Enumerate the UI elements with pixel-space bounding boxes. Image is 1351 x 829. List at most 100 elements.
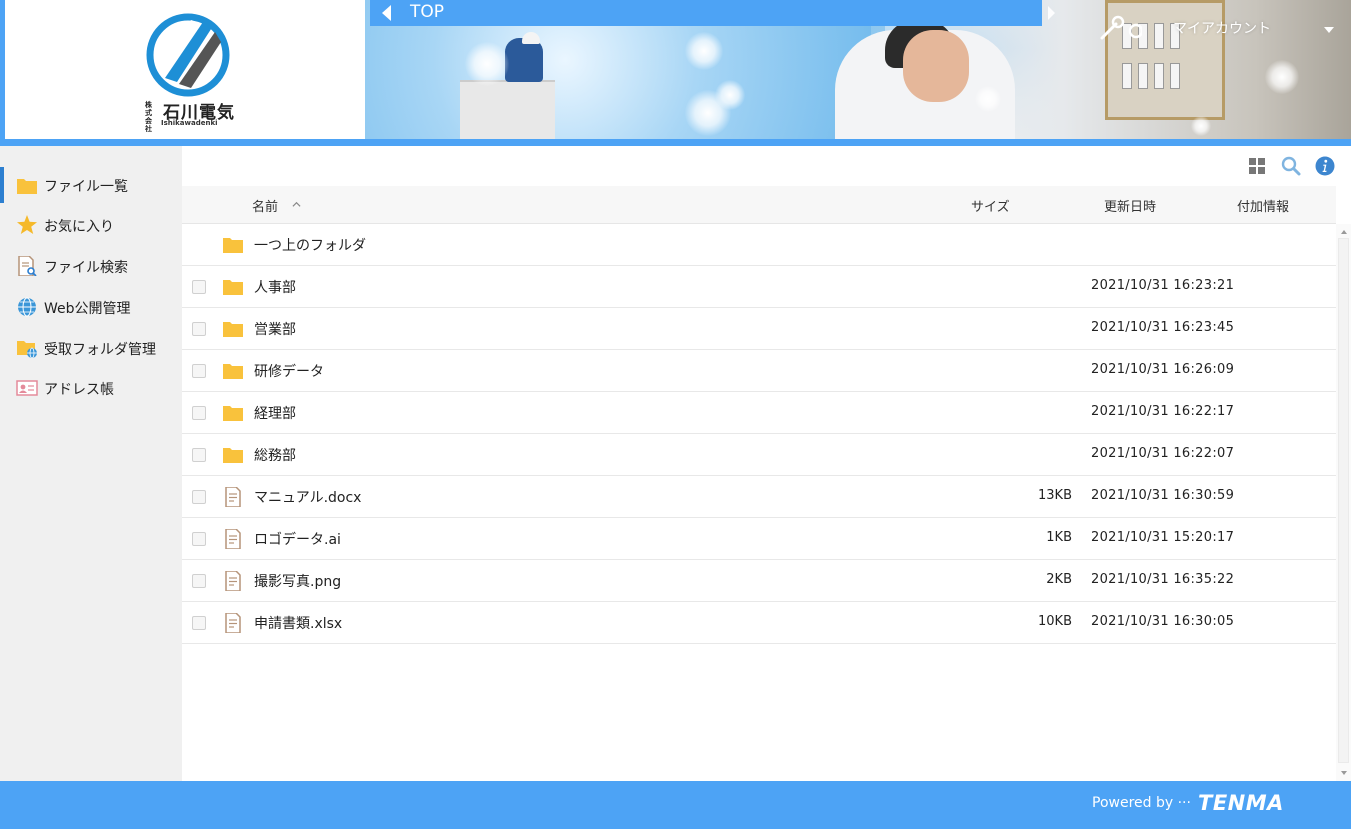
sidebar: ファイル一覧 お気に入り ファイル検索 Web公開管理 受取フォルダ管理 アドレ… — [0, 146, 182, 781]
document-icon — [225, 487, 241, 507]
table-row[interactable]: 研修データ 2021/10/31 16:26:09 — [182, 350, 1336, 392]
row-checkbox[interactable] — [192, 322, 206, 336]
file-name[interactable]: 人事部 — [254, 277, 296, 297]
toolbar — [182, 146, 1351, 186]
file-updated-date: 2021/10/31 16:23:21 — [1091, 278, 1235, 293]
account-icon — [1100, 15, 1142, 40]
file-size: 1KB — [1046, 530, 1072, 545]
row-checkbox[interactable] — [192, 448, 206, 462]
file-name[interactable]: 一つ上のフォルダ — [254, 235, 366, 255]
file-updated-date: 2021/10/31 16:23:45 — [1091, 320, 1235, 335]
address-card-icon — [16, 380, 38, 396]
table-header: 名前 サイズ 更新日時 付加情報 — [182, 186, 1336, 224]
column-header-updated[interactable]: 更新日時 — [1104, 196, 1156, 215]
chevron-down-icon[interactable] — [1324, 27, 1334, 33]
column-header-name[interactable]: 名前 — [252, 196, 278, 215]
table-row[interactable]: 総務部 2021/10/31 16:22:07 — [182, 434, 1336, 476]
file-name[interactable]: 総務部 — [254, 445, 296, 465]
file-name[interactable]: 経理部 — [254, 403, 296, 423]
row-checkbox[interactable] — [192, 364, 206, 378]
folder-globe-icon — [17, 341, 37, 358]
info-icon[interactable] — [1315, 156, 1335, 176]
table-row[interactable]: ロゴデータ.ai 1KB 2021/10/31 15:20:17 — [182, 518, 1336, 560]
file-updated-date: 2021/10/31 16:22:07 — [1091, 446, 1235, 461]
table-row[interactable]: 申請書類.xlsx 10KB 2021/10/31 16:30:05 — [182, 602, 1336, 644]
file-name[interactable]: マニュアル.docx — [254, 487, 361, 507]
folder-icon — [223, 406, 243, 421]
row-checkbox[interactable] — [192, 616, 206, 630]
table-row[interactable]: マニュアル.docx 13KB 2021/10/31 16:30:59 — [182, 476, 1336, 518]
row-checkbox[interactable] — [192, 490, 206, 504]
row-checkbox[interactable] — [192, 280, 206, 294]
table-row[interactable]: 営業部 2021/10/31 16:23:45 — [182, 308, 1336, 350]
table-row[interactable]: 経理部 2021/10/31 16:22:17 — [182, 392, 1336, 434]
document-icon — [225, 571, 241, 591]
folder-icon — [223, 280, 243, 295]
sort-ascending-icon[interactable] — [292, 200, 301, 209]
star-icon — [17, 215, 37, 234]
file-search-icon — [18, 256, 37, 276]
footer: Powered by ··· TENMA — [0, 781, 1351, 829]
header: 株式会社 石川電気 Ishikawadenki TOP マイアカウント — [0, 0, 1351, 146]
file-name[interactable]: ロゴデータ.ai — [254, 529, 341, 549]
top-breadcrumb[interactable]: TOP — [410, 2, 444, 22]
file-name[interactable]: 申請書類.xlsx — [254, 613, 342, 633]
folder-icon — [223, 238, 243, 253]
document-icon — [225, 529, 241, 549]
top-nav-bar[interactable]: TOP — [370, 0, 1042, 26]
sidebar-item-label: アドレス帳 — [44, 382, 114, 398]
forward-arrow-icon[interactable] — [1048, 6, 1055, 20]
document-icon — [225, 613, 241, 633]
file-size: 10KB — [1038, 614, 1072, 629]
scroll-down-arrow-icon[interactable] — [1341, 771, 1347, 775]
folder-icon — [223, 322, 243, 337]
file-list-panel: 名前 サイズ 更新日時 付加情報 一つ上のフォルダ 人事部 2021/10/31… — [182, 146, 1351, 781]
table-row[interactable]: 人事部 2021/10/31 16:23:21 — [182, 266, 1336, 308]
sidebar-item-address-book[interactable]: アドレス帳 — [0, 368, 182, 408]
file-updated-date: 2021/10/31 16:35:22 — [1091, 572, 1235, 587]
table-row[interactable]: 撮影写真.png 2KB 2021/10/31 16:35:22 — [182, 560, 1336, 602]
column-header-extra-info[interactable]: 付加情報 — [1237, 196, 1289, 215]
sidebar-item-label: ファイル一覧 — [44, 179, 128, 195]
sidebar-item-web-publish[interactable]: Web公開管理 — [0, 287, 182, 327]
logo-company-romaji: Ishikawadenki — [161, 119, 218, 127]
file-size: 2KB — [1046, 572, 1072, 587]
tenma-logo[interactable]: TENMA — [1198, 791, 1284, 815]
sidebar-item-label: Web公開管理 — [44, 301, 131, 317]
globe-icon — [18, 297, 36, 317]
sidebar-item-favorites[interactable]: お気に入り — [0, 205, 182, 245]
parent-folder-row[interactable]: 一つ上のフォルダ — [182, 224, 1336, 266]
my-account-label[interactable]: マイアカウント — [1173, 18, 1271, 38]
company-logo[interactable]: 株式会社 石川電気 Ishikawadenki — [5, 0, 365, 139]
scroll-up-arrow-icon[interactable] — [1341, 230, 1347, 234]
file-updated-date: 2021/10/31 15:20:17 — [1091, 530, 1235, 545]
file-name[interactable]: 営業部 — [254, 319, 296, 339]
back-arrow-icon[interactable] — [382, 5, 391, 21]
sidebar-item-file-search[interactable]: ファイル検索 — [0, 246, 182, 286]
sidebar-item-file-list[interactable]: ファイル一覧 — [0, 165, 182, 205]
folder-icon — [223, 364, 243, 379]
row-checkbox[interactable] — [192, 574, 206, 588]
my-account-menu[interactable]: マイアカウント — [1098, 14, 1348, 44]
row-checkbox[interactable] — [192, 406, 206, 420]
file-updated-date: 2021/10/31 16:22:17 — [1091, 404, 1235, 419]
file-size: 13KB — [1038, 488, 1072, 503]
sidebar-item-label: お気に入り — [44, 219, 114, 235]
file-name[interactable]: 撮影写真.png — [254, 571, 341, 591]
logo-kk-text: 株式会社 — [145, 101, 152, 133]
powered-by-text: Powered by ··· — [1092, 795, 1191, 811]
scrollbar-thumb[interactable] — [1338, 238, 1349, 763]
grid-view-icon[interactable] — [1247, 156, 1267, 176]
sidebar-item-label: ファイル検索 — [44, 260, 128, 276]
file-name[interactable]: 研修データ — [254, 361, 324, 381]
search-icon[interactable] — [1281, 156, 1301, 176]
folder-icon — [17, 179, 37, 194]
folder-icon — [223, 448, 243, 463]
row-checkbox[interactable] — [192, 532, 206, 546]
file-updated-date: 2021/10/31 16:30:05 — [1091, 614, 1235, 629]
column-header-size[interactable]: サイズ — [971, 196, 1010, 215]
sidebar-item-label: 受取フォルダ管理 — [44, 342, 156, 358]
logo-mark-icon — [146, 13, 230, 97]
file-updated-date: 2021/10/31 16:30:59 — [1091, 488, 1235, 503]
sidebar-item-receive-folder[interactable]: 受取フォルダ管理 — [0, 328, 182, 368]
